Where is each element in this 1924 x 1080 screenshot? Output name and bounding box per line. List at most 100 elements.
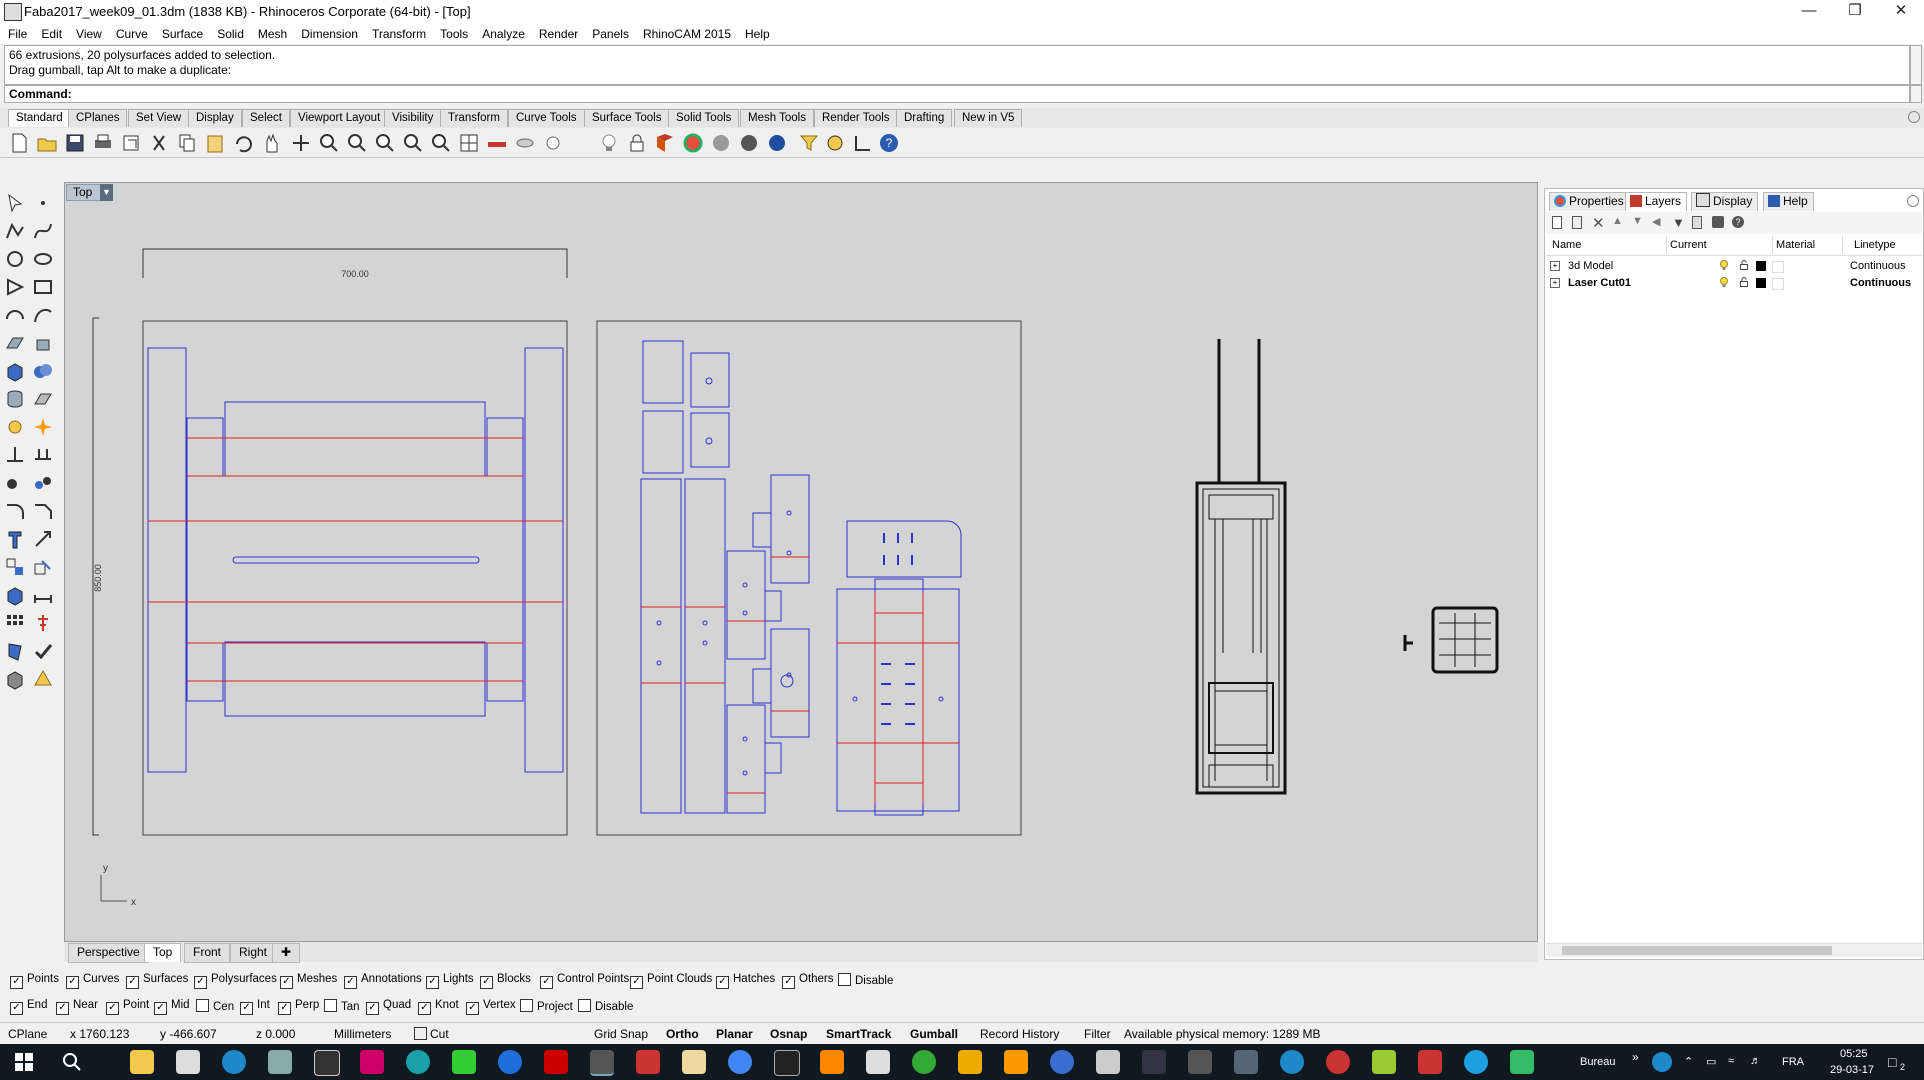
layer-row-current[interactable]: + Laser Cut01 Continuous	[1546, 275, 1922, 291]
lock-icon[interactable]	[626, 132, 648, 154]
gumball-toggle[interactable]: Gumball	[910, 1027, 958, 1041]
print-icon[interactable]	[92, 132, 114, 154]
toolbar-tab-transform[interactable]: Transform	[440, 109, 508, 127]
ellipse-icon[interactable]	[32, 248, 54, 270]
app-icon[interactable]	[1142, 1050, 1166, 1074]
filter-toggle[interactable]: Filter	[1084, 1027, 1111, 1041]
undo-icon[interactable]	[232, 132, 254, 154]
snap-icon[interactable]	[852, 132, 874, 154]
expand-icon[interactable]: +	[1550, 261, 1560, 271]
group-icon[interactable]	[4, 472, 26, 494]
current-layer-indicator[interactable]: Cut	[414, 1027, 449, 1041]
layer-material-swatch[interactable]	[1772, 278, 1784, 290]
filter-curves-checkbox[interactable]: ✓ Curves	[66, 973, 119, 989]
select-arrow-icon[interactable]	[4, 192, 26, 214]
app-icon[interactable]	[1326, 1050, 1350, 1074]
layer-linetype[interactable]: Continuous	[1850, 258, 1906, 274]
top-viewport[interactable]: 700.00 850.00 y x	[64, 182, 1538, 942]
panel-tab-help[interactable]: Help	[1763, 192, 1814, 211]
unlock-icon[interactable]	[1740, 277, 1748, 287]
lightbulb-icon[interactable]	[598, 132, 620, 154]
rendered-icon[interactable]	[738, 132, 760, 154]
material-icon[interactable]	[32, 668, 54, 690]
clock-time[interactable]: 05:25	[1840, 1048, 1868, 1060]
column-name[interactable]: Name	[1552, 239, 1581, 251]
osnap-tan-checkbox[interactable]: Tan	[324, 999, 360, 1013]
scale-icon[interactable]	[32, 556, 54, 578]
hide-icon[interactable]	[514, 132, 536, 154]
drawing-canvas[interactable]: 700.00 850.00 y x	[65, 183, 1538, 942]
panel-tab-properties[interactable]: Properties	[1549, 192, 1630, 211]
filter-disable-checkbox[interactable]: Disable	[838, 973, 893, 987]
save-icon[interactable]	[64, 132, 86, 154]
toolbar-tab-visibility[interactable]: Visibility	[384, 109, 442, 127]
osnap-cen-checkbox[interactable]: Cen	[196, 999, 234, 1013]
osnap-int-checkbox[interactable]: ✓ Int	[240, 999, 270, 1015]
smarttrack-toggle[interactable]: SmartTrack	[826, 1027, 891, 1041]
toolbar-tab-curve-tools[interactable]: Curve Tools	[508, 109, 585, 127]
planar-toggle[interactable]: Planar	[716, 1027, 753, 1041]
menu-help[interactable]: Help	[738, 24, 777, 44]
toolbar-gear-icon[interactable]	[1908, 111, 1920, 123]
chevron-right-icon[interactable]: »	[1632, 1050, 1639, 1064]
car-icon[interactable]	[486, 132, 508, 154]
menu-view[interactable]: View	[69, 24, 109, 44]
menu-solid[interactable]: Solid	[210, 24, 251, 44]
layer-material-swatch[interactable]	[1772, 261, 1784, 273]
osnap-near-checkbox[interactable]: ✓ Near	[56, 999, 98, 1015]
show-icon[interactable]	[542, 132, 564, 154]
new-icon[interactable]	[8, 132, 30, 154]
skype-icon[interactable]	[1464, 1050, 1488, 1074]
split-icon[interactable]	[32, 444, 54, 466]
volume-icon[interactable]: ♬	[1750, 1055, 1761, 1067]
zoom-dynamic-icon[interactable]	[430, 132, 452, 154]
lightbulb-on-icon[interactable]	[1720, 277, 1728, 287]
search-icon[interactable]	[60, 1050, 84, 1074]
osnap-mid-checkbox[interactable]: ✓ Mid	[154, 999, 190, 1015]
paste-icon[interactable]	[204, 132, 226, 154]
toolbar-tab-viewport-layout[interactable]: Viewport Layout	[290, 109, 389, 127]
photos-icon[interactable]	[314, 1050, 340, 1076]
dimension-icon[interactable]	[32, 584, 54, 606]
menu-file[interactable]: File	[0, 24, 34, 44]
import-icon[interactable]	[120, 132, 142, 154]
filter-hatches-checkbox[interactable]: ✓ Hatches	[716, 973, 775, 989]
app-icon[interactable]	[1004, 1050, 1028, 1074]
battery-icon[interactable]: ▭	[1706, 1055, 1716, 1068]
fillet-icon[interactable]	[4, 500, 26, 522]
acrobat-icon[interactable]	[544, 1050, 568, 1074]
menu-dimension[interactable]: Dimension	[294, 24, 365, 44]
app-icon[interactable]	[1652, 1052, 1672, 1072]
toolbar-tab-solid-tools[interactable]: Solid Tools	[668, 109, 740, 127]
app-icon[interactable]	[636, 1050, 660, 1074]
curve-icon[interactable]	[32, 220, 54, 242]
osnap-knot-checkbox[interactable]: ✓ Knot	[418, 999, 459, 1015]
color-wheel-icon[interactable]	[682, 132, 704, 154]
app-icon[interactable]	[682, 1050, 706, 1074]
osnap-disable-checkbox[interactable]: Disable	[578, 999, 633, 1013]
menu-curve[interactable]: Curve	[109, 24, 155, 44]
app-icon[interactable]	[1188, 1050, 1212, 1074]
toolbar-tab-new-in-v5[interactable]: New in V5	[954, 109, 1023, 127]
polygon-icon[interactable]	[4, 276, 26, 298]
filter-lights-checkbox[interactable]: ✓ Lights	[426, 973, 474, 989]
app-icon[interactable]	[452, 1050, 476, 1074]
arduino-icon[interactable]	[406, 1050, 430, 1074]
move-up-icon[interactable]: ▲	[1612, 215, 1623, 227]
minimize-button[interactable]: —	[1786, 0, 1832, 24]
sphere-icon[interactable]	[766, 132, 788, 154]
cylinder-icon[interactable]	[4, 388, 26, 410]
grid-snap-toggle[interactable]: Grid Snap	[594, 1027, 648, 1041]
align-icon[interactable]	[32, 612, 54, 634]
panel-horizontal-scrollbar[interactable]	[1546, 943, 1922, 957]
menu-analyze[interactable]: Analyze	[475, 24, 532, 44]
expand-icon[interactable]: +	[1550, 278, 1560, 288]
rhino-taskbar-icon[interactable]	[590, 1050, 614, 1076]
shaded-icon[interactable]	[710, 132, 732, 154]
zoom-icon[interactable]	[318, 132, 340, 154]
record-history-toggle[interactable]: Record History	[980, 1027, 1059, 1041]
osnap-perp-checkbox[interactable]: ✓ Perp	[278, 999, 319, 1015]
filter-point-clouds-checkbox[interactable]: ✓ Point Clouds	[630, 973, 712, 989]
boolean-icon[interactable]	[32, 360, 54, 382]
rotate-icon[interactable]	[290, 132, 312, 154]
